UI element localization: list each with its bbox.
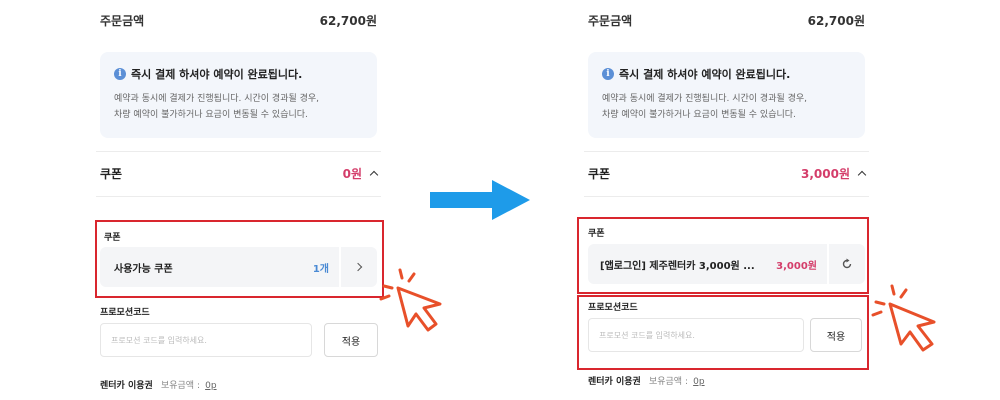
balance-value[interactable]: 0p	[205, 381, 216, 391]
chevron-up-icon[interactable]	[857, 170, 867, 179]
order-label: 주문금액	[588, 13, 633, 28]
divider	[584, 151, 869, 152]
rental-voucher-row: 렌터카 이용권 보유금액 : 0p	[100, 378, 217, 391]
notice-line: 예약과 동시에 결제가 진행됩니다. 시간이 경과될 경우,	[602, 94, 808, 104]
rental-voucher-label: 렌터카 이용권	[100, 381, 153, 391]
promo-code-input[interactable]: 프로모션 코드를 입력하세요.	[100, 323, 312, 357]
arrow-right-icon	[430, 180, 530, 220]
highlight-coupon-after	[577, 217, 869, 294]
notice-line: 차량 예약이 불가하거나 요금이 변동될 수 있습니다.	[602, 110, 796, 120]
coupon-section-title: 쿠폰	[588, 166, 611, 181]
info-icon: i	[114, 68, 126, 80]
order-amount-row: 주문금액 62,700원	[588, 10, 865, 30]
notice-title: 즉시 결제 하셔야 예약이 완료됩니다.	[131, 68, 303, 81]
order-label: 주문금액	[100, 13, 145, 28]
highlight-coupon-before	[95, 220, 384, 298]
balance-label: 보유금액 :	[160, 381, 200, 391]
divider	[96, 196, 381, 197]
order-amount-row: 주문금액 62,700원	[100, 10, 377, 30]
promo-label: 프로모션코드	[100, 308, 150, 318]
order-amount: 62,700원	[319, 13, 377, 28]
highlight-promo-after	[577, 295, 869, 370]
coupon-discount-amount: 0원	[342, 166, 362, 181]
rental-voucher-label: 렌터카 이용권	[588, 377, 641, 387]
coupon-discount-amount: 3,000원	[801, 166, 850, 181]
notice-title: 즉시 결제 하셔야 예약이 완료됩니다.	[619, 68, 791, 81]
info-icon: i	[602, 68, 614, 80]
order-amount: 62,700원	[807, 13, 865, 28]
before-panel: 주문금액 62,700원 i 즉시 결제 하셔야 예약이 완료됩니다. 예약과 …	[96, 0, 381, 400]
promo-apply-button[interactable]: 적용	[324, 323, 378, 357]
notice-line: 예약과 동시에 결제가 진행됩니다. 시간이 경과될 경우,	[114, 94, 320, 104]
notice-line: 차량 예약이 불가하거나 요금이 변동될 수 있습니다.	[114, 110, 308, 120]
divider	[584, 196, 869, 197]
pointer-hand-icon	[379, 268, 442, 332]
coupon-section-title: 쿠폰	[100, 166, 123, 181]
coupon-section-header[interactable]: 쿠폰 3,000원	[588, 163, 867, 183]
balance-label: 보유금액 :	[648, 377, 688, 387]
balance-value[interactable]: 0p	[693, 377, 704, 387]
payment-notice: i 즉시 결제 하셔야 예약이 완료됩니다. 예약과 동시에 결제가 진행됩니다…	[588, 52, 865, 138]
coupon-section-header[interactable]: 쿠폰 0원	[100, 163, 379, 183]
divider	[96, 151, 381, 152]
pointer-hand-icon	[871, 284, 936, 352]
chevron-up-icon[interactable]	[369, 170, 379, 179]
rental-voucher-row: 렌터카 이용권 보유금액 : 0p	[588, 374, 705, 387]
payment-notice: i 즉시 결제 하셔야 예약이 완료됩니다. 예약과 동시에 결제가 진행됩니다…	[100, 52, 377, 138]
